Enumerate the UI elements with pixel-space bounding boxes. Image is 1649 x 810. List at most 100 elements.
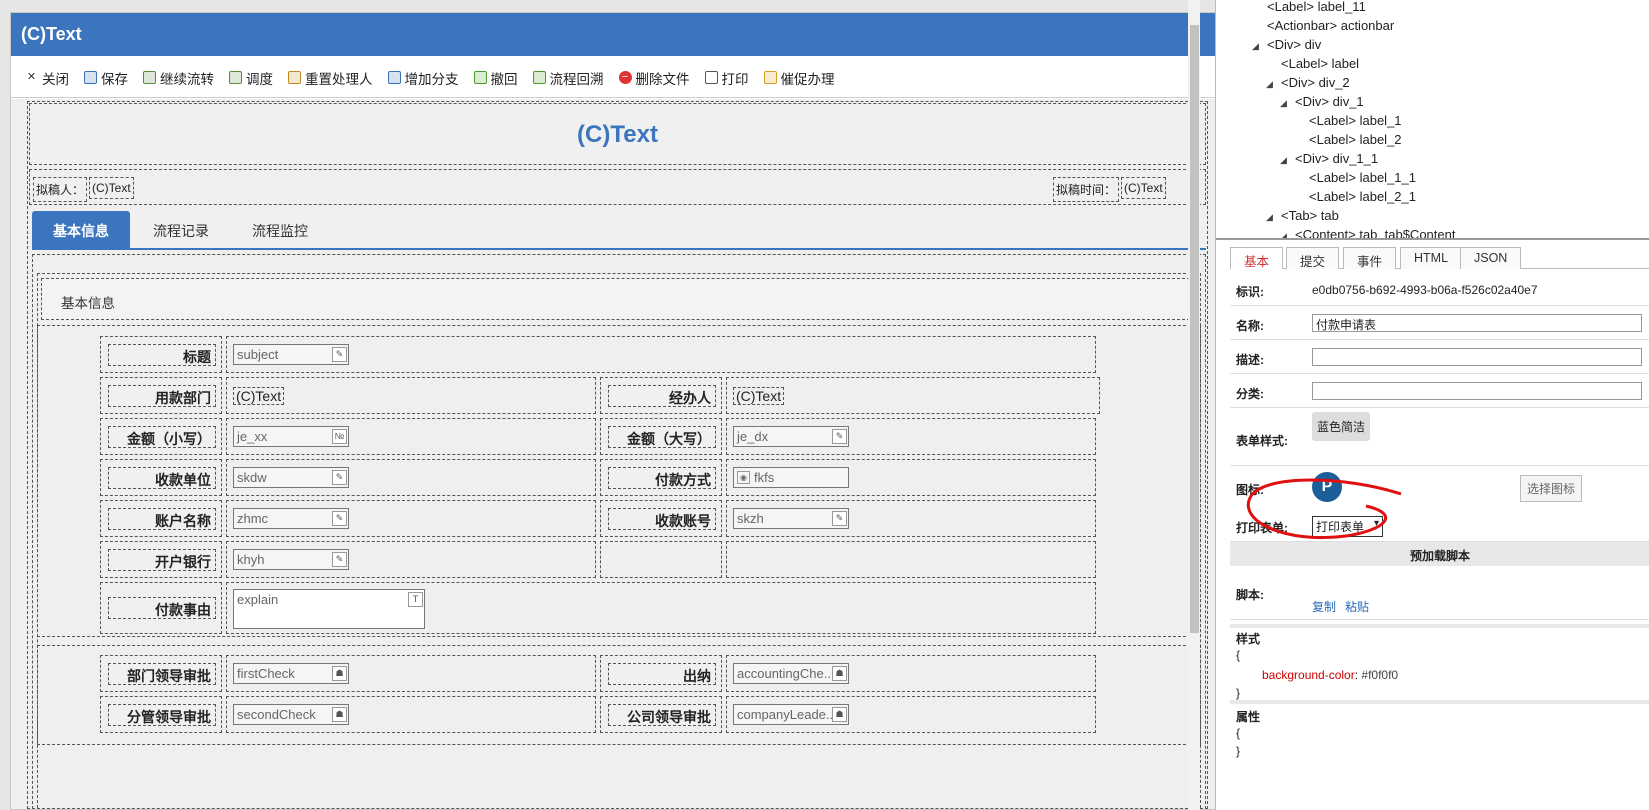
css-editor[interactable]: 样式 { background-color: #f0f0f0 } (1230, 624, 1649, 704)
textarea-icon: T (408, 592, 423, 607)
tree-node[interactable]: <Label> label_1 (1309, 113, 1402, 128)
flow-trace-button[interactable]: 流程回溯 (532, 68, 604, 88)
splitter[interactable] (1216, 238, 1649, 240)
paste-link[interactable]: 粘贴 (1345, 598, 1369, 615)
company-leader-field[interactable]: companyLeade... ☗ (733, 704, 849, 725)
user-picker-icon: ☗ (832, 666, 847, 681)
tab-events[interactable]: 事件 (1343, 247, 1397, 269)
value-cell: explain T (226, 582, 1096, 634)
desc-label: 描述: (1236, 353, 1264, 367)
urge-button[interactable]: 催促办理 (763, 68, 835, 88)
user-picker-icon: ☗ (332, 707, 347, 722)
amount-small-field[interactable]: je_xx № (233, 426, 349, 447)
category-field[interactable] (1312, 382, 1642, 400)
property-tabs: 基本 提交 事件 HTML JSON (1230, 247, 1649, 269)
trace-icon (532, 71, 546, 84)
print-icon (704, 71, 718, 84)
tree-node[interactable]: <Label> label_1_1 (1309, 170, 1416, 185)
dispatch-button[interactable]: 调度 (229, 68, 273, 88)
label-cell: 经办人 (600, 377, 722, 414)
tree-toggle-icon[interactable]: ◢ (1280, 155, 1287, 166)
cashier-field[interactable]: accountingChe... ☗ (733, 663, 849, 684)
amount-big-field[interactable]: je_dx ✎ (733, 426, 849, 447)
tree-node[interactable]: <Actionbar> actionbar (1267, 18, 1394, 33)
choose-icon-button[interactable]: 选择图标 (1520, 475, 1583, 502)
add-branch-button[interactable]: 增加分支 (387, 68, 459, 88)
attr-editor[interactable]: 属性 { } (1230, 706, 1649, 768)
scrollbar-thumb[interactable] (1190, 25, 1199, 633)
form-row: 用款部门 (C)Text 经办人 (C)Text (100, 377, 1100, 414)
value-cell: khyh ✎ (226, 541, 596, 578)
css-prop: background-color (1262, 668, 1355, 682)
tree-node[interactable]: <Div> div_2 (1281, 75, 1350, 90)
name-field[interactable]: 付款申请表 (1312, 314, 1642, 332)
tree-node[interactable]: <Div> div_1 (1295, 94, 1364, 109)
toolbar-label: 撤回 (490, 71, 518, 87)
save-button[interactable]: 保存 (84, 68, 128, 88)
tree-node[interactable]: <Label> label (1281, 56, 1359, 71)
tree-node[interactable]: <Label> label_11 (1267, 0, 1366, 14)
edit-icon: ✎ (332, 552, 347, 567)
tree-toggle-icon[interactable]: ◢ (1266, 212, 1273, 223)
number-icon: № (332, 429, 347, 444)
toolbar-label: 催促办理 (780, 71, 835, 87)
style-label: 表单样式: (1236, 434, 1288, 448)
tree-node[interactable]: <Label> label_2 (1309, 132, 1402, 147)
desc-field[interactable] (1312, 348, 1642, 366)
tree-toggle-icon[interactable]: ◢ (1280, 98, 1287, 109)
attr-open: { (1236, 726, 1241, 740)
label-cell (600, 541, 722, 578)
edit-icon: ✎ (332, 347, 347, 362)
toolbar-label: 流程回溯 (549, 71, 604, 87)
tree-node[interactable]: <Div> div_1_1 (1295, 151, 1378, 166)
window-title: (C)Text (11, 13, 1242, 56)
form-row: 部门领导审批 firstCheck ☗ 出纳 accountingChe... ☗ (100, 655, 1096, 692)
withdraw-button[interactable]: 撤回 (473, 68, 518, 88)
vp-leader-label: 分管领导审批 (108, 704, 216, 726)
tab-flow-record[interactable]: 流程记录 (132, 211, 230, 248)
subject-label: 标题 (108, 344, 216, 366)
field-value: je_xx (237, 429, 268, 444)
tree-node[interactable]: <Label> label_2_1 (1309, 189, 1416, 204)
payee-field[interactable]: skdw ✎ (233, 467, 349, 488)
tab-basic[interactable]: 基本 (1230, 247, 1284, 269)
vp-leader-field[interactable]: secondCheck ☗ (233, 704, 349, 725)
reset-handler-button[interactable]: 重置处理人 (288, 68, 373, 88)
label-cell: 分管领导审批 (100, 696, 222, 733)
tab-json[interactable]: JSON (1460, 247, 1522, 269)
continue-flow-button[interactable]: 继续流转 (143, 68, 214, 88)
section-title: 基本信息 (41, 278, 1195, 320)
delete-file-button[interactable]: − 删除文件 (618, 68, 690, 88)
tree-toggle-icon[interactable]: ◢ (1252, 41, 1259, 52)
reason-field[interactable]: explain T (233, 589, 425, 629)
component-tree: <Label> label_11 <Actionbar> actionbar ◢ <D… (1226, 0, 1649, 240)
account-name-field[interactable]: zhmc ✎ (233, 508, 349, 529)
dept-leader-field[interactable]: firstCheck ☗ (233, 663, 349, 684)
value-cell: zhmc ✎ (226, 500, 596, 537)
css-open: { (1236, 648, 1241, 662)
print-button[interactable]: 打印 (704, 68, 749, 88)
style-swatch[interactable]: 蓝色简洁 (1312, 412, 1371, 441)
field-value: skdw (237, 470, 267, 485)
tab-basic-info[interactable]: 基本信息 (32, 211, 130, 248)
tree-toggle-icon[interactable]: ◢ (1266, 79, 1273, 90)
field-value: zhmc (237, 511, 269, 526)
copy-link[interactable]: 复制 (1312, 598, 1336, 615)
amount-big-label: 金额（大写） (608, 426, 716, 448)
close-button[interactable]: ✕ 关闭 (25, 68, 69, 88)
label-cell: 收款单位 (100, 459, 222, 496)
tab-html[interactable]: HTML (1400, 247, 1463, 269)
tree-node[interactable]: <Div> div (1267, 37, 1321, 52)
form-area: (C)Text 拟稿人： (C)Text 拟稿时间： (C)Text 基本信息 … (11, 99, 1242, 809)
tab-flow-monitor[interactable]: 流程监控 (231, 211, 329, 248)
tab-submit[interactable]: 提交 (1286, 247, 1340, 269)
account-no-field[interactable]: skzh ✎ (733, 508, 849, 529)
dept-leader-label: 部门领导审批 (108, 663, 216, 685)
pay-method-radio-field[interactable]: ◉ fkfs (733, 467, 849, 488)
pay-method-label: 付款方式 (608, 467, 716, 489)
tree-node[interactable]: <Tab> tab (1281, 208, 1339, 223)
draft-time-label: 拟稿时间： (1053, 177, 1120, 202)
bank-field[interactable]: khyh ✎ (233, 549, 349, 570)
subject-field[interactable]: subject ✎ (233, 344, 349, 365)
label-cell: 金额（小写） (100, 418, 222, 455)
